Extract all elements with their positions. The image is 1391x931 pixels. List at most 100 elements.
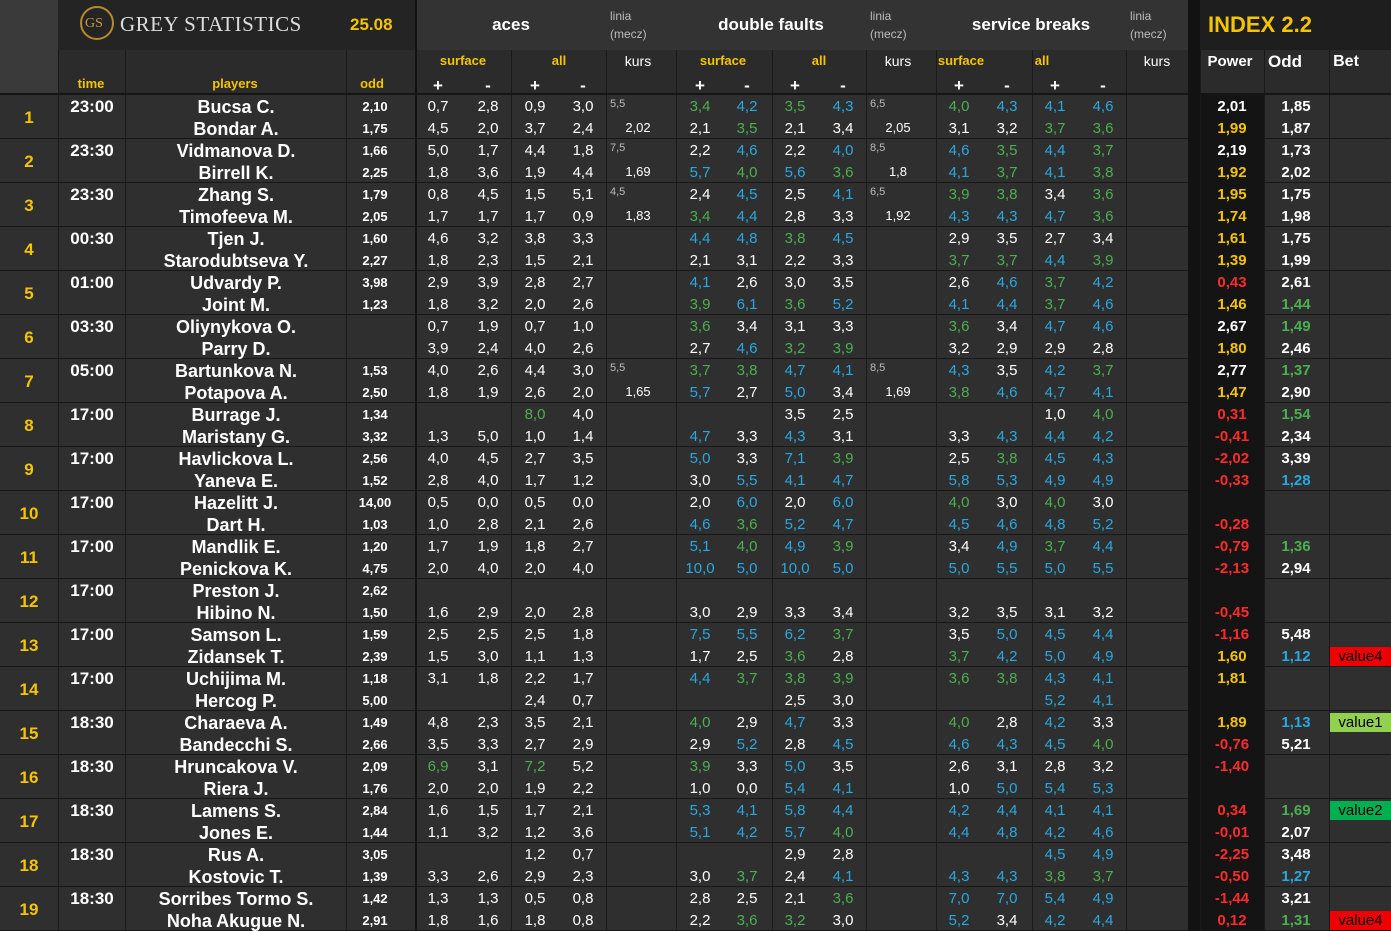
kurs-header-3: kurs (1143, 53, 1171, 69)
aces-value: 1,5 (524, 186, 546, 203)
service-break-value: 4,9 (1092, 472, 1114, 489)
power-value: 1,92 (1217, 164, 1247, 181)
player-name: Hercog P. (195, 691, 277, 711)
aces-value: 1,3 (427, 890, 449, 907)
aces-value: 2,7 (572, 274, 594, 291)
linia-header-1: linia (mecz) (606, 0, 676, 50)
power-value: -2,13 (1214, 560, 1250, 577)
bet-badge: value1 (1330, 713, 1391, 732)
service-break-value: 4,4 (996, 296, 1018, 313)
service-break-value: 4,6 (996, 516, 1018, 533)
aces-value: 3,1 (427, 670, 449, 687)
player-name: Parry D. (201, 339, 271, 359)
player-odd: 1,18 (362, 671, 388, 686)
aces-value: 5,1 (572, 186, 594, 203)
match-number: 5 (24, 284, 34, 303)
player-name: Kostovic T. (188, 867, 284, 887)
aces-value: 3,3 (477, 736, 499, 753)
double-fault-value: 3,0 (832, 912, 854, 929)
player-name: Lamens S. (190, 801, 282, 821)
column-divider (1329, 50, 1330, 931)
index-odd-value: 3,21 (1281, 890, 1311, 907)
match-time: 17:00 (70, 625, 114, 644)
double-fault-value: 4,4 (832, 802, 854, 819)
match-number: 8 (24, 416, 34, 435)
index-odd-value: 1,87 (1281, 120, 1311, 137)
power-value: -0,76 (1214, 736, 1250, 753)
aces-value: 4,8 (427, 714, 449, 731)
service-break-value: 4,7 (1044, 318, 1066, 335)
double-fault-value: 3,8 (784, 230, 806, 247)
df-line: 8,5 (870, 362, 886, 374)
player-name: Zidansek T. (187, 647, 285, 667)
column-divider (125, 50, 126, 931)
power-value: 0,12 (1217, 912, 1247, 929)
match-number: 13 (19, 636, 39, 655)
aces-value: 3,5 (524, 714, 546, 731)
service-break-value: 5,4 (1044, 780, 1066, 797)
match-time: 23:30 (70, 185, 114, 204)
aces-value: 2,0 (427, 560, 449, 577)
match-number: 6 (24, 328, 34, 347)
aces-value: 2,4 (572, 120, 594, 137)
double-fault-value: 3,8 (736, 362, 758, 379)
aces-value: 0,7 (427, 318, 449, 335)
double-fault-value: 2,2 (784, 252, 806, 269)
double-fault-value: 6,0 (832, 494, 854, 511)
index-odd-value: 1,49 (1281, 318, 1311, 335)
service-break-value: 4,1 (1092, 670, 1114, 687)
aces-value: 4,4 (524, 142, 546, 159)
aces-group-header: aces (416, 0, 606, 50)
double-fault-value: 3,1 (784, 318, 806, 335)
player-odd: 2,27 (362, 253, 388, 268)
match-time: 23:00 (70, 97, 114, 116)
power-value: 1,39 (1217, 252, 1247, 269)
player-name: Preston J. (192, 581, 280, 601)
service-break-value: 4,4 (948, 824, 970, 841)
double-fault-value: 3,3 (784, 604, 806, 621)
service-break-value: 3,1 (996, 758, 1018, 775)
aces-value: 0,7 (572, 692, 594, 709)
service-break-value: 3,5 (996, 604, 1018, 621)
index-odd-value: 1,13 (1281, 714, 1311, 731)
service-break-value: 4,3 (996, 736, 1018, 753)
aces-value: 0,0 (572, 494, 594, 511)
aces-value: 2,5 (524, 626, 546, 643)
double-fault-value: 5,0 (784, 758, 806, 775)
double-fault-value: 2,8 (689, 890, 711, 907)
double-fault-value: 5,4 (784, 780, 806, 797)
double-fault-value: 4,1 (832, 780, 854, 797)
match-time: 18:30 (70, 757, 114, 776)
match-number: 1 (24, 108, 34, 127)
double-fault-value: 2,9 (784, 846, 806, 863)
power-value: 1,95 (1217, 186, 1247, 203)
group-gap (1188, 0, 1200, 931)
index-odd-value: 1,31 (1281, 912, 1311, 929)
match-number: 17 (19, 812, 39, 831)
power-value: 1,89 (1217, 714, 1247, 731)
aces-value: 1,8 (427, 164, 449, 181)
aces-value: 2,0 (524, 560, 546, 577)
power-value: -0,41 (1214, 428, 1250, 445)
kurs-header-1: kurs (624, 53, 652, 69)
double-fault-value: 6,2 (784, 626, 806, 643)
player-name: Bartunkova N. (174, 361, 298, 381)
double-fault-value: 2,5 (736, 890, 758, 907)
aces-value: 4,0 (477, 560, 499, 577)
index-odd-value: 3,39 (1281, 450, 1311, 467)
service-break-value: 3,5 (948, 626, 970, 643)
service-break-value: 5,3 (1092, 780, 1114, 797)
player-name: Joint M. (202, 295, 270, 315)
service-break-value: 4,5 (948, 516, 970, 533)
aces-value: 6,9 (427, 758, 449, 775)
aces-value: 5,0 (427, 142, 449, 159)
aces-value: 4,4 (524, 362, 546, 379)
service-break-value: 4,3 (948, 868, 970, 885)
power-value: 1,61 (1217, 230, 1247, 247)
player-odd: 2,91 (362, 913, 388, 928)
aces-value: 3,3 (572, 230, 594, 247)
service-break-value: 3,4 (948, 538, 970, 555)
match-time: 23:30 (70, 141, 114, 160)
service-break-value: 4,7 (1044, 208, 1066, 225)
player-name: Rus A. (207, 845, 265, 865)
